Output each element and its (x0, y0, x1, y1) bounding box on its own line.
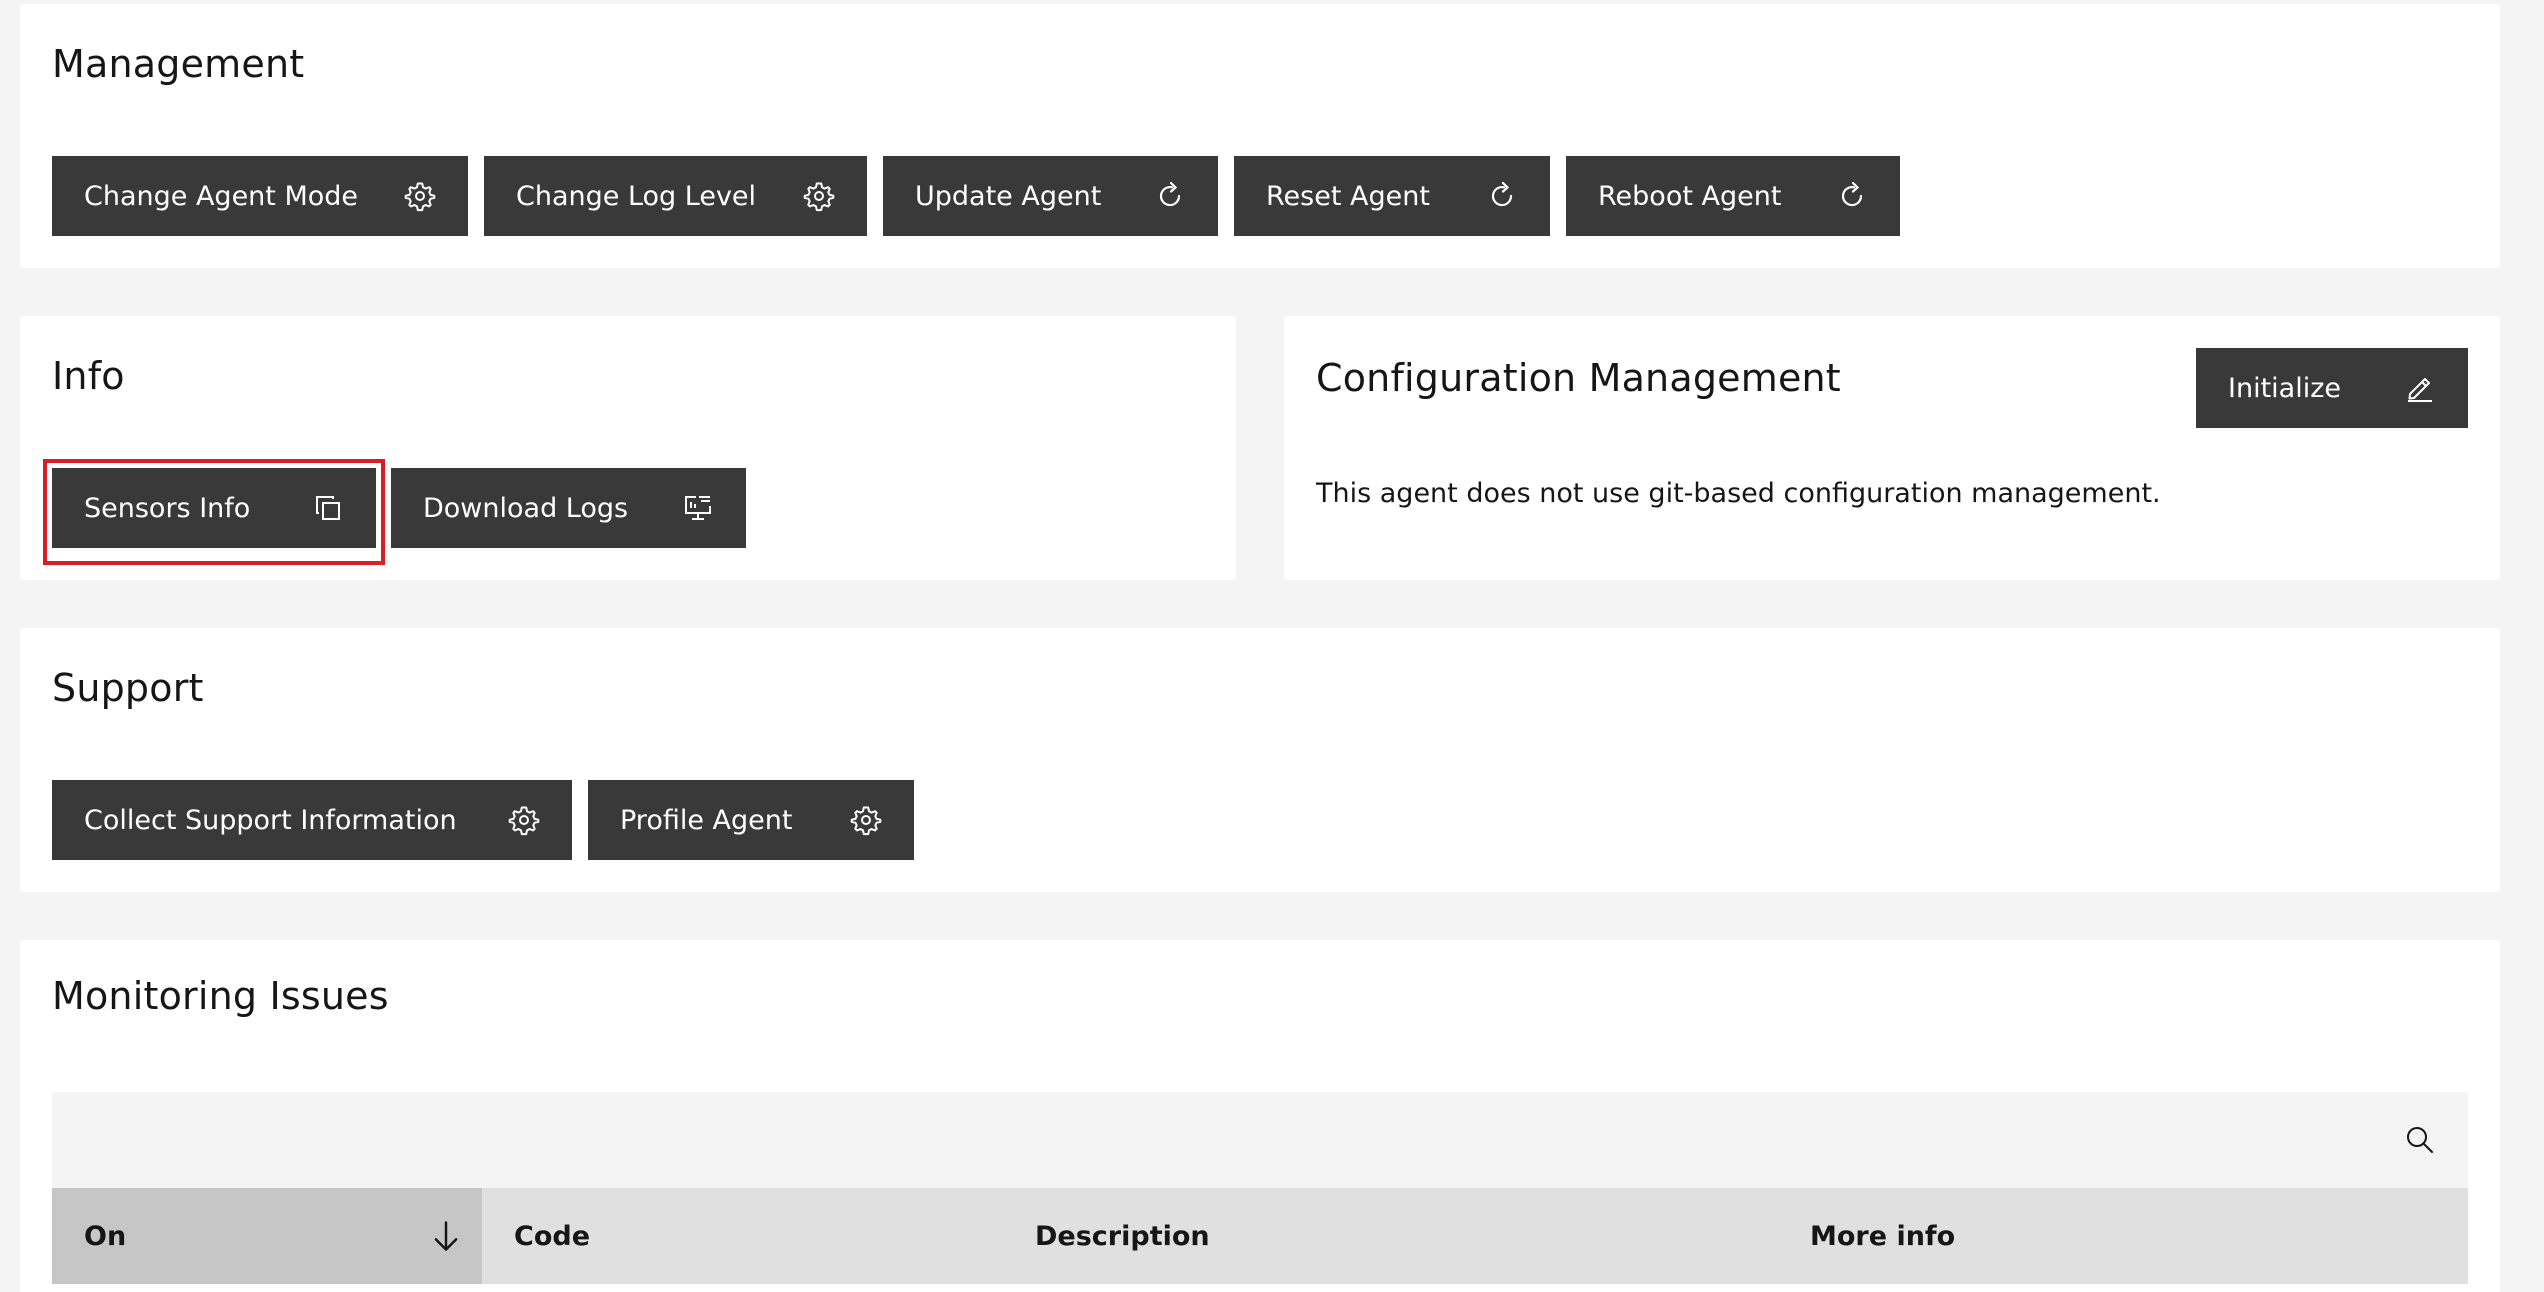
initialize-button[interactable]: Initialize (2196, 348, 2468, 428)
monitor-log-icon (682, 492, 714, 524)
configuration-management-tile: Configuration Management Initialize This… (1284, 316, 2500, 580)
configuration-management-title: Configuration Management (1316, 356, 1841, 400)
restart-icon (1486, 180, 1518, 212)
update-agent-button[interactable]: Update Agent (883, 156, 1218, 236)
configuration-message: This agent does not use git-based config… (1316, 478, 2161, 509)
column-header-description[interactable]: Description (1003, 1188, 1778, 1284)
column-header-description-label: Description (1035, 1220, 1210, 1252)
gear-icon (404, 180, 436, 212)
change-log-level-button[interactable]: Change Log Level (484, 156, 867, 236)
management-tile: Management Change Agent Mode Change Log … (20, 4, 2500, 268)
restart-icon (1836, 180, 1868, 212)
info-title: Info (52, 354, 125, 398)
gear-icon (803, 180, 835, 212)
arrow-down-icon (428, 1218, 464, 1254)
collect-support-information-label: Collect Support Information (84, 804, 457, 836)
column-header-code[interactable]: Code (482, 1188, 1003, 1284)
collect-support-information-button[interactable]: Collect Support Information (52, 780, 572, 860)
profile-agent-button[interactable]: Profile Agent (588, 780, 914, 860)
table-toolbar (52, 1092, 2468, 1188)
search-icon (2404, 1124, 2436, 1156)
copy-icon (312, 492, 344, 524)
change-agent-mode-button[interactable]: Change Agent Mode (52, 156, 468, 236)
reset-agent-button[interactable]: Reset Agent (1234, 156, 1550, 236)
monitoring-issues-tile: Monitoring Issues On Code Description Mo… (20, 940, 2500, 1292)
restart-icon (1154, 180, 1186, 212)
support-tile: Support Collect Support Information Prof… (20, 628, 2500, 892)
pencil-icon (2404, 372, 2436, 404)
column-header-on[interactable]: On (52, 1188, 482, 1284)
column-header-code-label: Code (514, 1220, 591, 1252)
table-search-button[interactable] (2388, 1108, 2452, 1172)
download-logs-button[interactable]: Download Logs (391, 468, 746, 548)
table-header: On Code Description More info (52, 1188, 2468, 1284)
monitoring-issues-title: Monitoring Issues (52, 974, 389, 1018)
column-header-on-label: On (84, 1220, 127, 1252)
info-tile: Info Sensors Info Download Logs (20, 316, 1236, 580)
management-title: Management (52, 42, 305, 86)
column-header-more-info-label: More info (1810, 1220, 1956, 1252)
column-header-more-info[interactable]: More info (1778, 1188, 2468, 1284)
reboot-agent-button[interactable]: Reboot Agent (1566, 156, 1900, 236)
support-title: Support (52, 666, 204, 710)
gear-icon (850, 804, 882, 836)
gear-icon (508, 804, 540, 836)
sensors-info-button[interactable]: Sensors Info (52, 468, 376, 548)
